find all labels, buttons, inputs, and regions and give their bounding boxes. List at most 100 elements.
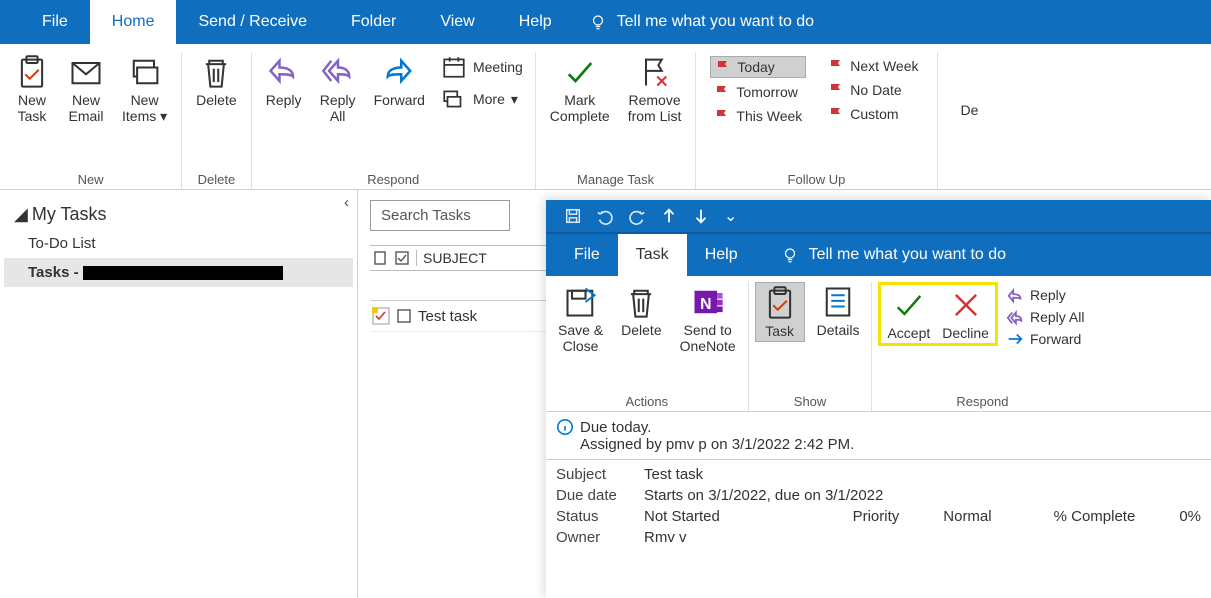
svg-text:N: N	[700, 296, 711, 313]
meeting-button[interactable]: Meeting	[437, 52, 527, 82]
details-icon	[820, 284, 856, 320]
popup-group-respond: Respond	[878, 392, 1086, 411]
previous-qat-icon[interactable]	[660, 207, 678, 225]
subject-column-label: SUBJECT	[416, 250, 487, 266]
field-label-subject: Subject	[556, 466, 628, 483]
popup-delete-button[interactable]: Delete	[615, 282, 667, 340]
info-assigned-text: Assigned by pmv p on 3/1/2022 2:42 PM.	[556, 436, 1201, 453]
attachment-column-icon	[372, 250, 388, 266]
accept-button[interactable]: Accept	[881, 285, 936, 343]
field-label-owner: Owner	[556, 529, 628, 546]
field-value-status: Not Started	[644, 508, 720, 525]
send-to-onenote-button[interactable]: N Send to OneNote	[674, 282, 742, 356]
field-value-subject: Test task	[644, 466, 703, 483]
nav-todo-list[interactable]: To-Do List	[4, 229, 353, 258]
reply-icon	[1006, 286, 1024, 304]
popup-tab-task[interactable]: Task	[618, 234, 687, 276]
flag-icon	[828, 82, 844, 98]
unchecked-box-icon[interactable]	[396, 308, 412, 324]
field-value-pct-complete: 0%	[1179, 508, 1201, 525]
task-fields: Subject Test task Due date Starts on 3/1…	[546, 460, 1211, 552]
tab-home[interactable]: Home	[90, 0, 177, 44]
field-label-pct-complete: % Complete	[1054, 508, 1136, 525]
new-email-button[interactable]: New Email	[62, 52, 110, 126]
field-value-priority: Normal	[943, 508, 991, 525]
reply-icon	[266, 54, 302, 90]
group-label-respond: Respond	[260, 170, 527, 189]
group-label-delete: Delete	[190, 170, 242, 189]
popup-tell-me-search[interactable]: Tell me what you want to do	[781, 246, 1006, 264]
qat-customize-icon[interactable]: ⌄	[724, 206, 737, 226]
save-qat-icon[interactable]	[564, 207, 582, 225]
field-value-due-date: Starts on 3/1/2022, due on 3/1/2022	[644, 487, 883, 504]
flag-icon	[714, 84, 730, 100]
collapse-nav-button[interactable]: ‹	[344, 194, 349, 211]
tab-file[interactable]: File	[20, 0, 90, 44]
undo-qat-icon[interactable]	[596, 207, 614, 225]
popup-reply-all-button[interactable]: Reply All	[1006, 308, 1084, 326]
stacked-items-icon	[127, 54, 163, 90]
delete-button[interactable]: Delete	[190, 52, 242, 110]
task-popup-window: ⌄ File Task Help Tell me what you want t…	[546, 200, 1211, 598]
field-label-status: Status	[556, 508, 628, 525]
followup-next-week-button[interactable]: Next Week	[824, 56, 922, 76]
more-button[interactable]: More ▾	[437, 84, 527, 114]
lightbulb-icon	[589, 13, 607, 31]
followup-tomorrow-button[interactable]: Tomorrow	[710, 82, 806, 102]
truncated-button[interactable]: De	[946, 52, 994, 120]
popup-tab-help[interactable]: Help	[687, 234, 756, 276]
followup-no-date-button[interactable]: No Date	[824, 80, 922, 100]
nav-tasks-folder[interactable]: Tasks -	[4, 258, 353, 287]
tab-folder[interactable]: Folder	[329, 0, 418, 44]
items-icon	[441, 86, 467, 112]
reply-button[interactable]: Reply	[260, 52, 308, 110]
popup-forward-button[interactable]: Forward	[1006, 330, 1084, 348]
decline-x-icon	[948, 287, 984, 323]
calendar-icon	[441, 54, 467, 80]
checkmark-icon	[562, 54, 598, 90]
assigned-task-icon	[372, 307, 390, 325]
decline-button[interactable]: Decline	[936, 285, 995, 343]
show-task-button[interactable]: Task	[755, 282, 805, 342]
new-items-button[interactable]: New Items ▾	[116, 52, 173, 126]
tab-view[interactable]: View	[418, 0, 496, 44]
tell-me-search[interactable]: Tell me what you want to do	[589, 13, 814, 31]
info-bar: Due today. Assigned by pmv p on 3/1/2022…	[546, 412, 1211, 460]
followup-custom-button[interactable]: Custom	[824, 104, 922, 124]
show-details-button[interactable]: Details	[811, 282, 866, 340]
info-icon	[556, 418, 574, 436]
new-task-button[interactable]: New Task	[8, 52, 56, 126]
save-close-icon	[563, 284, 599, 320]
trash-icon	[623, 284, 659, 320]
tab-help[interactable]: Help	[497, 0, 574, 44]
trash-icon	[198, 54, 234, 90]
search-tasks-input[interactable]: Search Tasks	[370, 200, 510, 231]
followup-today-button[interactable]: Today	[710, 56, 806, 78]
followup-this-week-button[interactable]: This Week	[710, 106, 806, 126]
info-due-text: Due today.	[580, 419, 651, 436]
popup-tab-file[interactable]: File	[556, 234, 618, 276]
complete-column-icon	[394, 250, 410, 266]
chevron-down-icon: ▾	[511, 91, 518, 108]
remove-from-list-button[interactable]: Remove from List	[622, 52, 688, 126]
group-label-manage-task: Manage Task	[544, 170, 688, 189]
clipboard-check-icon	[762, 285, 798, 321]
next-qat-icon[interactable]	[692, 207, 710, 225]
nav-header-my-tasks[interactable]: ◢ My Tasks	[4, 200, 353, 229]
field-label-due-date: Due date	[556, 487, 628, 504]
redo-qat-icon[interactable]	[628, 207, 646, 225]
onenote-icon: N	[690, 284, 726, 320]
reply-all-button[interactable]: Reply All	[314, 52, 362, 126]
mark-complete-button[interactable]: Mark Complete	[544, 52, 616, 126]
tell-me-label: Tell me what you want to do	[617, 13, 814, 31]
popup-group-actions: Actions	[552, 392, 742, 411]
forward-button[interactable]: Forward	[368, 52, 431, 110]
reply-all-icon	[320, 54, 356, 90]
forward-arrow-icon	[1006, 330, 1024, 348]
save-close-button[interactable]: Save & Close	[552, 282, 609, 356]
group-label-new: New	[8, 170, 173, 189]
chevron-down-icon: ▾	[160, 108, 167, 124]
tab-send-receive[interactable]: Send / Receive	[176, 0, 329, 44]
task-subject: Test task	[418, 308, 477, 325]
popup-reply-button[interactable]: Reply	[1006, 286, 1084, 304]
